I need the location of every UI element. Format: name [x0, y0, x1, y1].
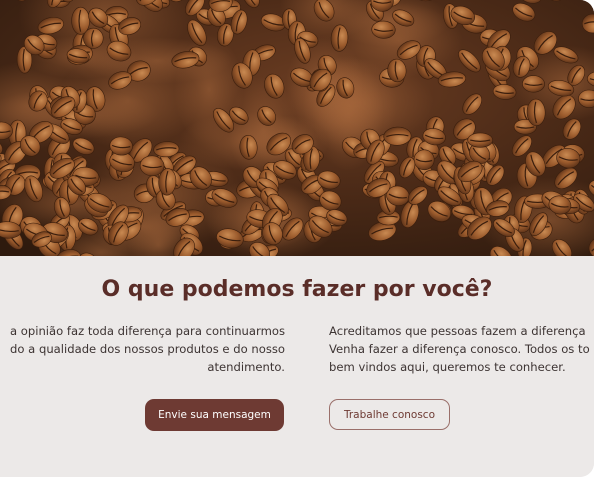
- right-text-line: Acreditamos que pessoas fazem a diferenç…: [329, 324, 586, 338]
- left-text-line: atendimento.: [207, 360, 285, 374]
- right-text-line: Venha fazer a diferença conosco. Todos o…: [329, 342, 590, 356]
- left-column-text: a opinião faz toda diferença para contin…: [0, 322, 285, 376]
- right-column-text: Acreditamos que pessoas fazem a diferenç…: [329, 322, 594, 376]
- work-with-us-button[interactable]: Trabalhe conosco: [329, 399, 450, 430]
- contact-card: O que podemos fazer por você? a opinião …: [0, 0, 594, 477]
- left-text-line: a opinião faz toda diferença para contin…: [9, 324, 285, 338]
- right-text-line: bem vindos aqui, queremos te conhecer.: [329, 360, 566, 374]
- section-title: O que podemos fazer por você?: [101, 277, 493, 302]
- send-message-button[interactable]: Envie sua mensagem: [145, 399, 284, 431]
- hero-image: [0, 0, 594, 256]
- left-text-line: do a qualidade dos nossos produtos e do …: [10, 342, 285, 356]
- coffee-beans-photo: [0, 0, 594, 256]
